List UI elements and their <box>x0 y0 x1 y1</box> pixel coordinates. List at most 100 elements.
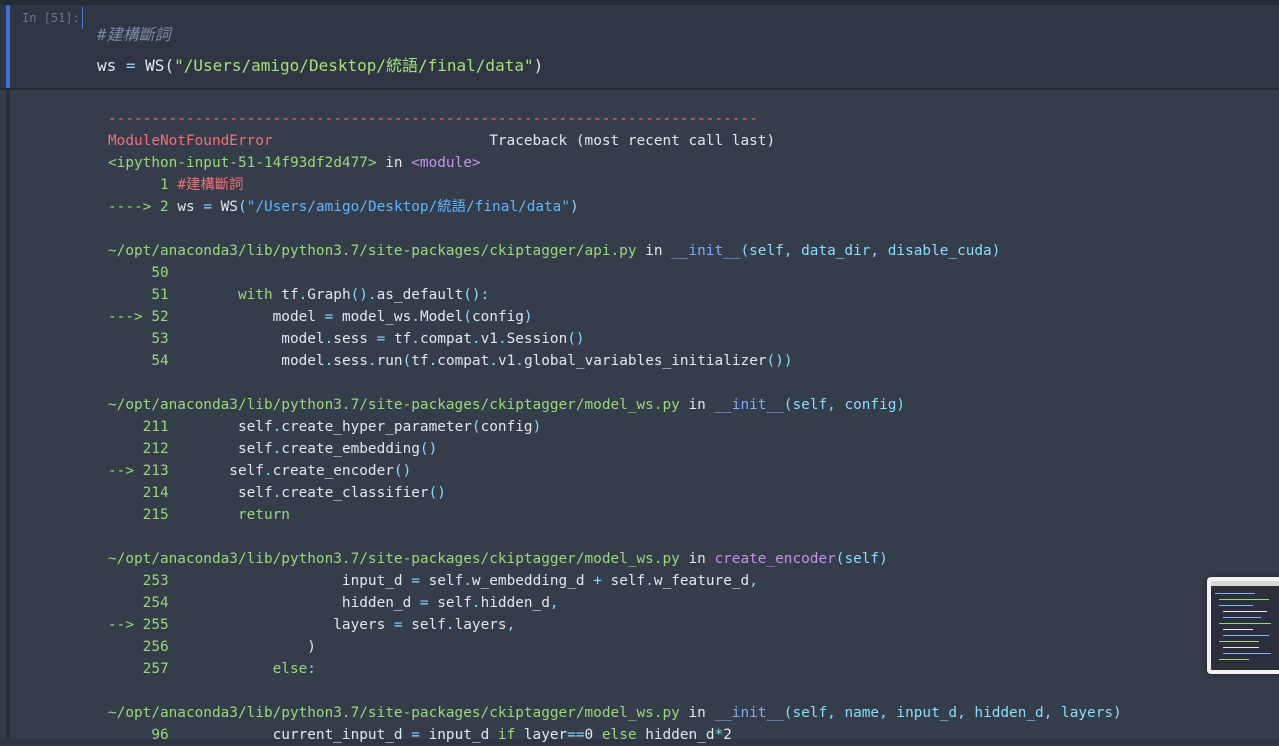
traceback-segment: ~/opt/anaconda3/lib/python3.7/site-packa… <box>108 551 680 567</box>
code-operator: = <box>116 56 146 75</box>
traceback-line: 257 else: <box>108 658 1122 680</box>
traceback-segment: self <box>177 419 273 435</box>
traceback-segment: compat <box>419 331 472 347</box>
traceback-line: ~/opt/anaconda3/lib/python3.7/site-packa… <box>108 548 1122 570</box>
code-lhs: ws <box>97 56 117 75</box>
traceback-segment: == <box>567 727 585 743</box>
traceback-segment: "/Users/amigo/Desktop/統語/final/data" <box>246 199 571 215</box>
window-thumbnail-preview[interactable] <box>1207 577 1279 674</box>
traceback-segment: . <box>471 331 481 347</box>
traceback-segment: ) <box>532 419 542 435</box>
traceback-segment: ~/opt/anaconda3/lib/python3.7/site-packa… <box>108 397 680 413</box>
traceback-segment: layers <box>177 617 394 633</box>
traceback-segment: ----> 2 <box>108 199 178 215</box>
traceback-segment: sess <box>333 353 368 369</box>
traceback-segment: w_embedding_d <box>471 573 594 589</box>
traceback-segment: in <box>679 551 715 567</box>
traceback-segment: . <box>515 353 524 369</box>
traceback-line: ~/opt/anaconda3/lib/python3.7/site-packa… <box>108 394 1122 416</box>
traceback-segment: compat <box>437 353 490 369</box>
traceback-segment: () <box>428 485 446 501</box>
traceback-segment: create_encoder <box>272 463 394 479</box>
traceback-segment: 253 <box>108 573 178 589</box>
thumbnail-line <box>1223 629 1253 630</box>
traceback-segment: in <box>679 705 715 721</box>
traceback-segment: 256 <box>108 639 178 655</box>
traceback-segment: (self, config) <box>783 397 906 413</box>
output-area[interactable]: ----------------------------------------… <box>0 90 1279 743</box>
traceback-line: 211 self.create_hyper_parameter(config) <box>108 416 1122 438</box>
thumbnail-line <box>1219 659 1249 660</box>
code-cell[interactable]: In [51]: #建構斷詞 ws = WS("/Users/amigo/Des… <box>0 5 1279 88</box>
traceback-segment: () <box>393 463 412 479</box>
traceback-segment: (self, name, input_d, hidden_d, layers) <box>783 705 1122 721</box>
thumbnail-line <box>1223 611 1267 612</box>
traceback-segment: , <box>749 573 758 589</box>
traceback-segment: layer <box>515 727 568 743</box>
traceback-segment: = <box>376 331 386 347</box>
traceback-segment: . <box>411 309 420 325</box>
traceback-line: 214 self.create_classifier() <box>108 482 1122 504</box>
traceback-segment: tf <box>411 353 429 369</box>
traceback-segment: in <box>636 243 672 259</box>
traceback-segment: = <box>411 573 420 589</box>
traceback-segment: . <box>445 617 455 633</box>
traceback-segment: model <box>177 331 325 347</box>
traceback-segment: ) <box>523 309 533 325</box>
traceback-segment: hidden_d <box>177 595 420 611</box>
traceback-line: ----> 2 ws = WS("/Users/amigo/Desktop/統語… <box>108 196 1122 218</box>
traceback-segment: = <box>324 309 334 325</box>
traceback-segment: . <box>428 353 438 369</box>
traceback-segment: . <box>272 419 282 435</box>
traceback-segment: sess <box>333 331 377 347</box>
traceback-segment: current_input_d <box>177 727 412 743</box>
traceback-segment: . <box>324 353 334 369</box>
traceback-segment: self <box>177 485 273 501</box>
traceback-line <box>108 372 1122 394</box>
traceback-segment: ) <box>570 199 579 215</box>
traceback-segment <box>177 287 238 303</box>
traceback-segment: return <box>237 507 290 523</box>
thumbnail-line <box>1219 623 1271 624</box>
traceback-segment: 0 <box>584 727 602 743</box>
traceback-segment: 215 <box>108 507 178 523</box>
traceback-line: 54 model.sess.run(tf.compat.v1.global_va… <box>108 350 1122 372</box>
traceback-segment: Traceback (most recent call last) <box>272 133 776 149</box>
traceback-segment: tf <box>385 331 412 347</box>
traceback-segment: = <box>393 617 403 633</box>
traceback-line: --> 255 layers = self.layers, <box>108 614 1122 636</box>
traceback-segment: __init__ <box>714 397 784 413</box>
traceback-line: 53 model.sess = tf.compat.v1.Session() <box>108 328 1122 350</box>
thumbnail-line <box>1223 647 1259 648</box>
code-line[interactable]: ws = WS("/Users/amigo/Desktop/統語/final/d… <box>97 52 543 76</box>
traceback-segment: 1 <box>108 177 178 193</box>
traceback-segment: * <box>714 727 724 743</box>
traceback-segment: ~/opt/anaconda3/lib/python3.7/site-packa… <box>108 705 680 721</box>
traceback-segment: 212 <box>108 441 178 457</box>
traceback-segment: w_feature_d <box>653 573 750 589</box>
traceback-segment: () <box>419 441 438 457</box>
traceback-segment: + <box>593 573 602 589</box>
traceback-segment: ModuleNotFoundError <box>108 133 273 149</box>
traceback-segment: tf <box>272 287 299 303</box>
traceback-segment: (self) <box>835 551 888 567</box>
traceback-segment: else <box>601 727 637 743</box>
code-comment[interactable]: #建構斷詞 <box>97 21 171 45</box>
traceback-segment: self <box>177 441 273 457</box>
traceback-segment: . <box>324 331 334 347</box>
traceback-segment: 2 <box>723 727 732 743</box>
traceback-segment: if <box>497 727 516 743</box>
traceback-segment: . <box>463 573 472 589</box>
traceback-segment: ~/opt/anaconda3/lib/python3.7/site-packa… <box>108 243 637 259</box>
traceback-segment: 254 <box>108 595 178 611</box>
traceback-segment: . <box>645 573 654 589</box>
traceback-segment: as_default <box>376 287 464 303</box>
traceback-segment: model_ws <box>333 309 412 325</box>
traceback-segment: 50 <box>108 265 169 281</box>
traceback-line: 253 input_d = self.w_embedding_d + self.… <box>108 570 1122 592</box>
traceback-segment: 54 <box>108 353 178 369</box>
traceback-segment: 214 <box>108 485 178 501</box>
traceback-line: 96 current_input_d = input_d if layer==0… <box>108 724 1122 746</box>
traceback-segment <box>177 507 238 523</box>
traceback-segment: . <box>489 353 498 369</box>
